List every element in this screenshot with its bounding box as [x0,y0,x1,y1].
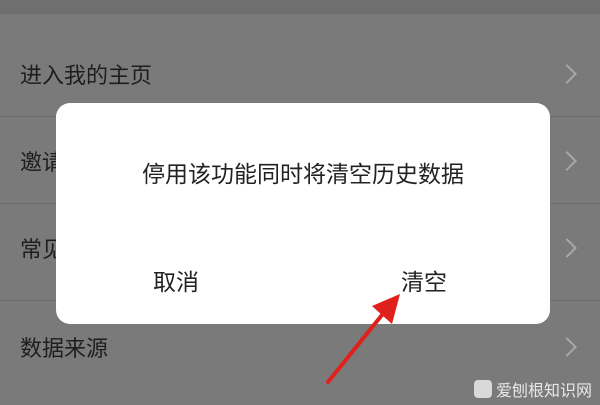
chevron-right-icon [557,64,577,84]
top-edge [0,0,600,14]
chevron-right-icon [557,238,577,258]
dialog-message: 停用该功能同时将清空历史数据 [142,162,464,188]
list-item-label: 进入我的主页 [20,64,153,89]
watermark-text: 爱刨根知识网 [495,381,592,400]
watermark: 爱刨根知识网 [473,377,592,401]
chevron-right-icon [557,337,577,357]
watermark-logo-icon [473,380,492,398]
cancel-button[interactable]: 取消 [116,263,236,303]
list-item-label: 数据来源 [20,337,109,362]
confirm-dialog: 停用该功能同时将清空历史数据 取消 清空 [56,103,550,324]
chevron-right-icon [557,151,577,171]
red-arrow-pointer [326,294,400,384]
